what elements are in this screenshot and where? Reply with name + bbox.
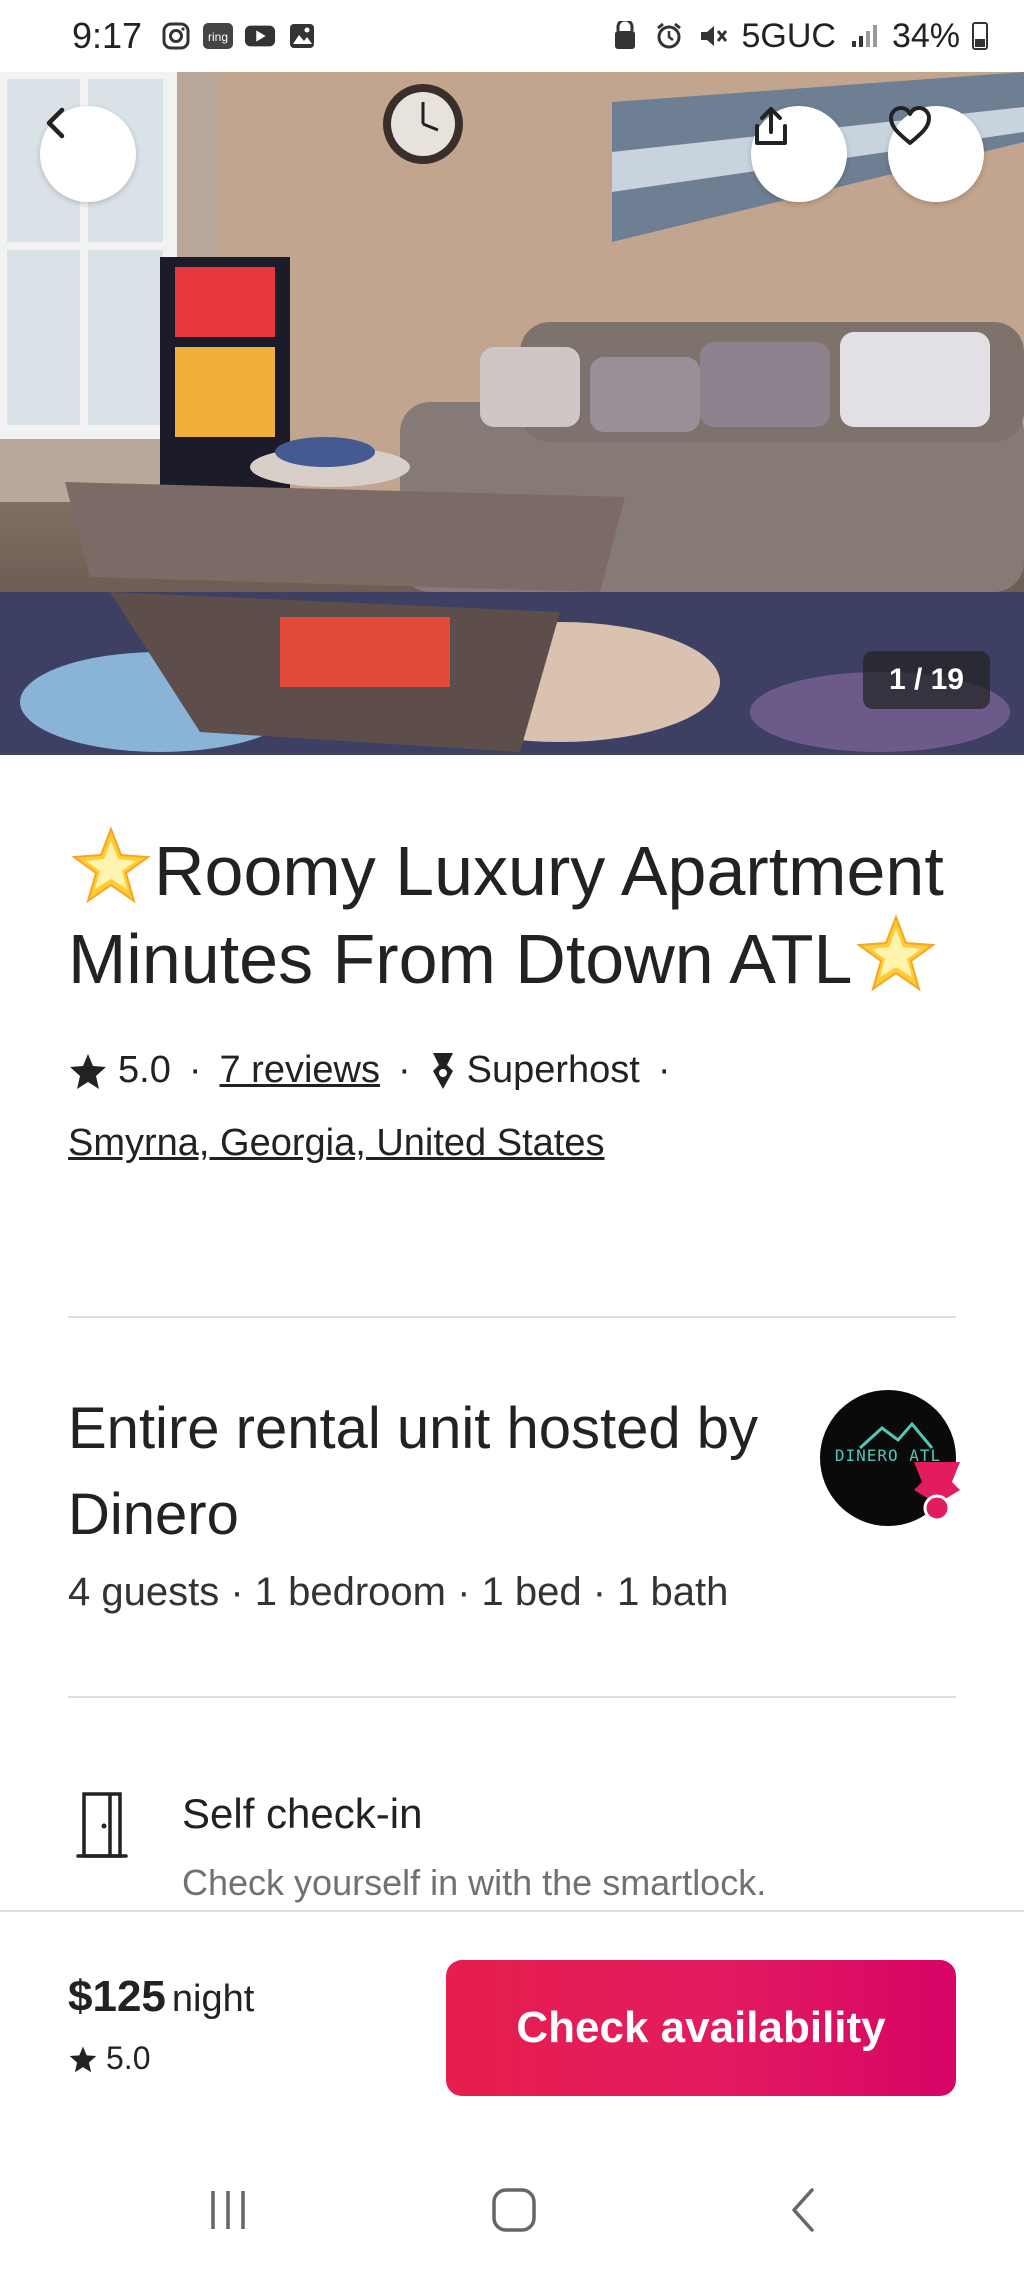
back-nav-button[interactable] — [774, 2180, 834, 2240]
glowing-star-icon — [853, 913, 939, 993]
rating-value: 5.0 — [118, 1049, 171, 1091]
price-unit: night — [171, 1978, 255, 2020]
status-time: 9:17 — [72, 15, 143, 56]
star-icon — [70, 1053, 106, 1089]
footer-rating-value: 5.0 — [106, 2040, 151, 2076]
price-value: $125 — [68, 1972, 166, 2021]
divider — [68, 1696, 956, 1698]
superhost-label: Superhost — [466, 1049, 640, 1091]
status-bar: 9:17 ring 5GUC 34% — [0, 0, 1024, 72]
location-link[interactable]: Smyrna, Georgia, United States — [68, 1122, 956, 1165]
mute-icon — [697, 20, 729, 52]
divider — [68, 1316, 956, 1318]
instagram-icon — [160, 20, 192, 52]
rating-row: 5.0 · 7 reviews · Superhost · — [68, 1049, 956, 1092]
back-button[interactable] — [40, 106, 136, 202]
door-icon — [76, 1792, 128, 1858]
system-nav-bar — [0, 2140, 1024, 2276]
status-right: 5GUC 34% — [609, 17, 988, 56]
youtube-icon — [244, 20, 276, 52]
separator-dot: · — [397, 1049, 411, 1091]
notification-icons: ring — [160, 20, 318, 52]
favorite-button[interactable] — [888, 106, 984, 202]
heart-icon — [889, 106, 931, 145]
chevron-left-icon — [46, 107, 65, 139]
host-title: Entire rental unit hosted by Dinero — [68, 1396, 758, 1547]
host-avatar[interactable]: DINERO ATL — [820, 1390, 960, 1526]
glowing-star-icon — [68, 825, 154, 905]
svg-text:ring: ring — [208, 30, 228, 44]
ring-icon: ring — [202, 20, 234, 52]
superhost-icon — [432, 1052, 453, 1089]
share-icon — [755, 107, 787, 145]
recycle-icon — [609, 20, 641, 52]
battery-icon — [972, 22, 988, 50]
back-arrow-icon — [792, 2188, 814, 2232]
star-icon — [69, 2045, 97, 2072]
alarm-icon — [653, 20, 685, 52]
battery-percent: 34% — [891, 16, 960, 55]
check-availability-button[interactable]: Check availability — [446, 1960, 956, 2096]
gallery-icon — [286, 20, 318, 52]
listing-header: Roomy Luxury Apartment Minutes From Dtow… — [68, 755, 956, 1165]
listing-title: Roomy Luxury Apartment Minutes From Dtow… — [68, 825, 956, 1001]
reviews-link[interactable]: 7 reviews — [219, 1049, 380, 1092]
footer-rating: 5.0 — [68, 2040, 150, 2077]
recent-apps-button[interactable] — [198, 2180, 258, 2240]
feature-title: Self check-in — [182, 1790, 423, 1837]
listing-capacity: 4 guests · 1 bedroom · 1 bed · 1 bath — [68, 1570, 729, 1614]
listing-photo[interactable]: 1 / 19 — [0, 72, 1024, 755]
signal-icon — [848, 20, 880, 52]
share-button[interactable] — [751, 106, 847, 202]
booking-bar: $125 night 5.0 Check availability — [0, 1910, 1024, 2140]
home-button[interactable] — [484, 2180, 544, 2240]
network-type: 5GUC — [741, 16, 836, 55]
home-icon — [492, 2188, 536, 2232]
recent-apps-icon — [211, 2191, 245, 2229]
price: $125 night — [68, 1972, 254, 2022]
superhost-badge-icon — [914, 1462, 960, 1522]
separator-dot: · — [188, 1049, 202, 1091]
photo-counter: 1 / 19 — [862, 651, 990, 709]
feature-description: Check yourself in with the smartlock. — [182, 1862, 767, 1903]
separator-dot: · — [657, 1049, 671, 1091]
